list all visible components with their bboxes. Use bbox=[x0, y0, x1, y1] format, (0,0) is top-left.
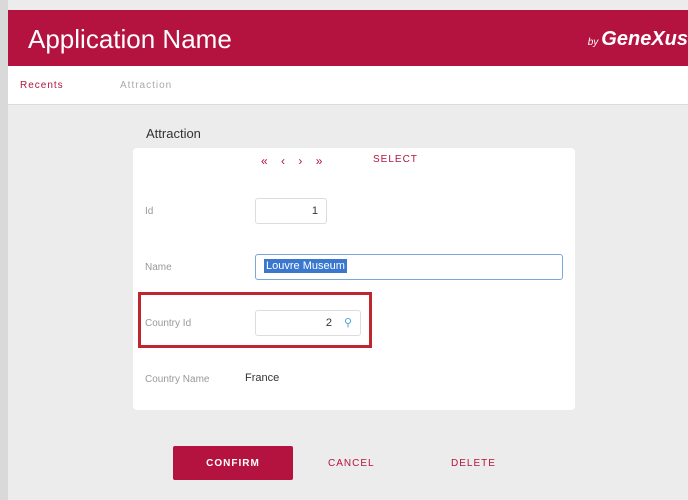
window-edge bbox=[0, 0, 8, 500]
name-label: Name bbox=[145, 262, 172, 273]
name-value: Louvre Museum bbox=[264, 259, 347, 273]
name-field[interactable]: Louvre Museum bbox=[255, 254, 563, 280]
country-name-value: France bbox=[245, 372, 280, 384]
brand-by: by bbox=[587, 37, 599, 48]
highlight-box bbox=[138, 292, 372, 348]
id-value: 1 bbox=[311, 205, 318, 217]
app-header: Application Name by GeneXus bbox=[8, 10, 688, 66]
breadcrumb-tabs: Recents Attraction bbox=[8, 66, 688, 105]
previous-record-icon[interactable]: ‹ bbox=[281, 154, 285, 168]
cancel-button[interactable]: CANCEL bbox=[328, 458, 375, 469]
country-name-label: Country Name bbox=[145, 374, 210, 385]
tab-recents[interactable]: Recents bbox=[20, 80, 64, 91]
next-record-icon[interactable]: › bbox=[298, 154, 302, 168]
record-navigation: « ‹ › » bbox=[261, 154, 332, 168]
brand-name: GeneXus bbox=[601, 28, 688, 50]
id-field[interactable]: 1 bbox=[255, 198, 327, 224]
last-record-icon[interactable]: » bbox=[316, 154, 323, 168]
app-name: Application Name bbox=[28, 24, 232, 54]
tab-attraction[interactable]: Attraction bbox=[120, 80, 172, 91]
form-title: Attraction bbox=[146, 126, 201, 141]
confirm-button[interactable]: CONFIRM bbox=[173, 446, 293, 480]
first-record-icon[interactable]: « bbox=[261, 154, 268, 168]
id-label: Id bbox=[145, 206, 154, 217]
delete-button[interactable]: DELETE bbox=[451, 458, 496, 469]
form-card: « ‹ › » SELECT Id 1 Name Louvre Museum C… bbox=[133, 148, 575, 410]
brand-logo: by GeneXus bbox=[588, 28, 688, 51]
select-link[interactable]: SELECT bbox=[373, 154, 418, 165]
